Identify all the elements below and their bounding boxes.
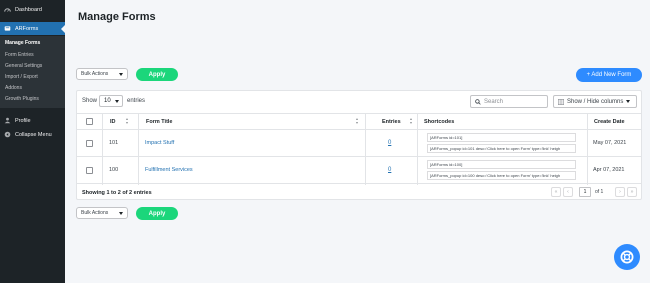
next-page-button[interactable]: › <box>615 187 625 197</box>
admin-sidebar: Dashboard ARForms Manage Forms Form Entr… <box>0 0 65 283</box>
chevron-left-icon: ‹ <box>567 189 569 195</box>
help-button[interactable] <box>614 244 640 270</box>
row-form-title-link[interactable]: Impact Stuff <box>145 140 174 146</box>
col-create-date[interactable]: Create Date <box>594 119 625 125</box>
sidebar-item-dashboard[interactable]: Dashboard <box>0 3 65 16</box>
first-page-button[interactable]: « <box>551 187 561 197</box>
col-id[interactable]: ID <box>110 119 116 125</box>
select-all-checkbox[interactable] <box>86 118 93 125</box>
submenu-manage-forms[interactable]: Manage Forms <box>5 40 40 46</box>
popup-shortcode-field[interactable]: [ARForms_popup id=100 desc='Click here t… <box>427 171 576 180</box>
sidebar-label-profile: Profile <box>15 117 31 124</box>
submenu-form-entries[interactable]: Form Entries <box>5 52 34 58</box>
columns-icon <box>558 98 564 105</box>
bulk-actions-select-top[interactable]: Bulk Actions <box>76 68 128 80</box>
table-info: Showing 1 to 2 of 2 entries <box>82 190 152 196</box>
submenu-import-export[interactable]: Import / Export <box>5 74 38 80</box>
forms-table-panel: Show 10 entries Search Show / Hide colum… <box>76 90 642 200</box>
sidebar-label-collapse: Collapse Menu <box>15 131 52 138</box>
add-new-form-button[interactable]: + Add New Form <box>576 68 642 82</box>
search-icon <box>475 98 481 105</box>
chevron-down-icon <box>119 73 123 76</box>
submenu-growth-plugins[interactable]: Growth Plugins <box>5 96 39 102</box>
page-of-label: of 1 <box>595 189 604 195</box>
col-shortcodes: Shortcodes <box>424 119 455 125</box>
search-input[interactable]: Search <box>470 95 548 108</box>
prev-page-button[interactable]: ‹ <box>563 187 573 197</box>
search-placeholder: Search <box>484 98 504 105</box>
last-page-icon: » <box>630 189 634 195</box>
sidebar-item-arforms[interactable]: ARForms <box>0 22 65 35</box>
bulk-actions-label: Bulk Actions <box>81 210 109 216</box>
page-length-value: 10 <box>104 98 111 104</box>
submenu-general-settings[interactable]: General Settings <box>5 63 42 69</box>
page-number-input[interactable]: 1 <box>579 187 591 197</box>
shortcode-field[interactable]: [ARForms id=100] <box>427 160 576 169</box>
table-header: ID Form Title Entries Shortcodes Create … <box>77 113 641 130</box>
show-hide-columns-button[interactable]: Show / Hide columns <box>553 95 637 108</box>
arforms-icon <box>4 26 11 31</box>
apply-button-bottom[interactable]: Apply <box>136 207 178 220</box>
table-row: 100 Fulfillment Services 0 [ARForms id=1… <box>77 157 641 184</box>
bulk-actions-select-bottom[interactable]: Bulk Actions <box>76 207 128 219</box>
arforms-submenu: Manage Forms Form Entries General Settin… <box>0 36 65 108</box>
submenu-addons[interactable]: Addons <box>5 85 22 91</box>
sidebar-label-dashboard: Dashboard <box>15 6 42 13</box>
col-entries[interactable]: Entries <box>382 119 401 125</box>
chevron-right-icon: › <box>619 189 621 195</box>
popup-shortcode-field[interactable]: [ARForms_popup id=101 desc='Click here t… <box>427 144 576 153</box>
sort-icon[interactable] <box>356 118 359 124</box>
show-hide-label: Show / Hide columns <box>567 98 624 105</box>
row-id: 101 <box>109 140 119 146</box>
chevron-down-icon <box>626 100 631 103</box>
row-checkbox[interactable] <box>86 140 93 147</box>
page-title: Manage Forms <box>78 11 156 23</box>
last-page-button[interactable]: » <box>627 187 637 197</box>
chevron-down-icon <box>115 100 119 103</box>
dashboard-icon <box>4 8 11 12</box>
shortcode-field[interactable]: [ARForms id=101] <box>427 133 576 142</box>
row-form-title-link[interactable]: Fulfillment Services <box>145 167 193 173</box>
first-page-icon: « <box>554 189 558 195</box>
show-label: Show <box>82 98 98 104</box>
lifebuoy-icon <box>620 250 634 264</box>
row-entries-count[interactable]: 0 <box>388 167 391 173</box>
entries-label: entries <box>127 98 146 104</box>
table-row: 101 Impact Stuff 0 [ARForms id=101] [ARF… <box>77 130 641 157</box>
page-length-select[interactable]: 10 <box>99 95 123 107</box>
collapse-icon <box>4 131 11 138</box>
sidebar-item-collapse[interactable]: Collapse Menu <box>0 128 65 141</box>
col-form-title[interactable]: Form Title <box>146 119 173 125</box>
row-create-date: May 07, 2021 <box>593 140 627 146</box>
row-create-date: Apr 07, 2021 <box>593 167 625 173</box>
sidebar-label-arforms: ARForms <box>15 25 39 32</box>
apply-button-top[interactable]: Apply <box>136 68 178 81</box>
row-checkbox[interactable] <box>86 167 93 174</box>
sort-icon[interactable] <box>410 118 413 124</box>
chevron-down-icon <box>119 212 123 215</box>
sidebar-item-profile[interactable]: Profile <box>0 114 65 127</box>
user-icon <box>4 117 11 124</box>
bulk-actions-label: Bulk Actions <box>81 71 109 77</box>
row-entries-count[interactable]: 0 <box>388 140 391 146</box>
row-id: 100 <box>109 167 119 173</box>
sort-icon[interactable] <box>126 118 129 124</box>
